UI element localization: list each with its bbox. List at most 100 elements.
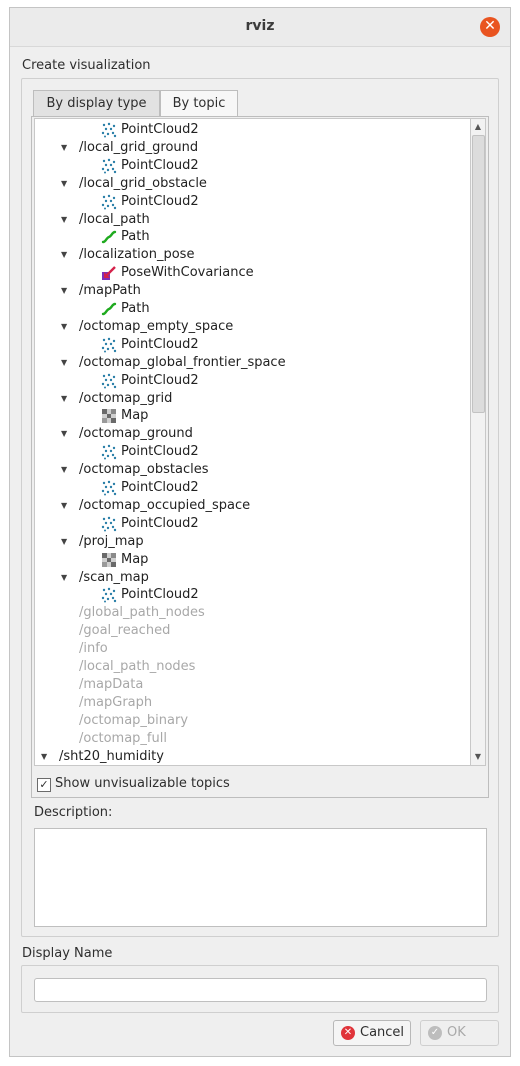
tree-item-topic[interactable]: ▼ /octomap_obstacles <box>61 461 209 479</box>
tree-item-label: PointCloud2 <box>121 372 199 388</box>
tree-item-topic[interactable]: ▼ /octomap_ground <box>61 425 193 443</box>
tree-item-display[interactable]: PointCloud2 <box>101 157 199 175</box>
cancel-icon: ✕ <box>341 1026 355 1040</box>
tree-item-display[interactable]: PointCloud2 <box>101 443 199 461</box>
ok-label: OK <box>447 1025 466 1040</box>
tree-item-label: Map <box>121 551 149 567</box>
tree-item-topic[interactable]: /info <box>79 640 108 658</box>
tree-item-label: /localization_pose <box>79 247 195 263</box>
pointcloud-icon <box>101 444 117 460</box>
expand-arrow-icon[interactable]: ▼ <box>61 461 71 479</box>
cancel-label: Cancel <box>360 1025 405 1040</box>
expand-arrow-icon[interactable]: ▼ <box>61 211 71 229</box>
expand-arrow-icon[interactable]: ▼ <box>61 139 71 157</box>
tree-item-display[interactable]: Map <box>102 407 148 425</box>
tree-item-display[interactable]: Path <box>101 300 150 318</box>
path-icon <box>101 301 117 317</box>
expand-arrow-icon[interactable]: ▼ <box>61 354 71 372</box>
tree-item-display[interactable]: Map <box>102 551 149 569</box>
tree-item-label: PointCloud2 <box>121 444 199 460</box>
tree-item-topic[interactable]: /local_path_nodes <box>79 658 195 676</box>
scrollbar-thumb[interactable] <box>472 135 485 413</box>
map-icon <box>101 552 117 568</box>
tree-item-label: PointCloud2 <box>121 122 199 137</box>
close-window-button[interactable]: ✕ <box>480 17 500 37</box>
pointcloud-icon <box>101 516 117 532</box>
title-bar: rviz ✕ <box>10 8 510 47</box>
show-unvisualizable-label[interactable]: Show unvisualizable topics <box>55 776 230 791</box>
pointcloud-icon <box>101 122 117 138</box>
tree-item-topic[interactable]: ▼ /octomap_empty_space <box>61 318 234 336</box>
tree-item-topic[interactable]: /mapData <box>79 676 143 694</box>
tree-item-display[interactable]: PointCloud2 <box>101 193 199 211</box>
topic-tree[interactable]: PointCloud2 ▼ /local_grid_ground PointCloud… <box>34 118 471 766</box>
display-name-input[interactable] <box>34 978 487 1002</box>
tree-item-topic[interactable]: ▼ /mapPath <box>61 282 141 300</box>
tree-item-label: /octomap_empty_space <box>79 318 234 334</box>
tree-item-display[interactable]: RelativeHumidity <box>121 765 232 766</box>
expand-arrow-icon[interactable]: ▼ <box>41 748 51 766</box>
tree-item-topic[interactable]: ▼ /sht20_humidity <box>41 748 164 766</box>
expand-arrow-icon[interactable]: ▼ <box>61 246 71 264</box>
tree-item-label: /octomap_binary <box>79 712 189 728</box>
tree-item-label: PointCloud2 <box>121 480 199 495</box>
tree-item-label: /goal_reached <box>79 623 171 639</box>
tree-item-display[interactable]: PointCloud2 <box>101 586 199 604</box>
expand-arrow-icon[interactable]: ▼ <box>61 318 71 336</box>
tree-item-display[interactable]: Path <box>101 228 150 246</box>
expand-arrow-icon[interactable]: ▼ <box>61 533 71 551</box>
tree-item-topic[interactable]: ▼ /octomap_occupied_space <box>61 497 250 515</box>
ok-button[interactable]: ✓ OK <box>420 1020 499 1046</box>
expand-arrow-icon[interactable]: ▼ <box>61 282 71 300</box>
window-title: rviz <box>245 18 275 34</box>
tree-item-label: PoseWithCovariance <box>121 265 254 281</box>
tree-item-topic[interactable]: /mapGraph <box>79 694 152 712</box>
tree-item-label: /mapData <box>79 676 144 692</box>
tree-item-label: /mapPath <box>79 283 141 299</box>
tree-item-topic[interactable]: /octomap_full <box>79 730 167 748</box>
tree-item-display[interactable]: PointCloud2 <box>101 479 199 497</box>
tree-item-display[interactable]: PointCloud2 <box>101 336 199 354</box>
tree-item-label: /octomap_obstacles <box>79 462 209 478</box>
tree-item-display[interactable]: PoseWithCovariance <box>102 264 254 282</box>
tree-scrollbar[interactable]: ▲ ▼ <box>471 118 486 766</box>
pointcloud-icon <box>101 373 117 389</box>
tree-item-topic[interactable]: ▼ /localization_pose <box>61 246 195 264</box>
expand-arrow-icon[interactable]: ▼ <box>61 390 71 408</box>
tree-item-display[interactable]: PointCloud2 <box>101 121 199 139</box>
tab-label: By topic <box>172 96 226 111</box>
description-label: Description: <box>34 805 113 820</box>
scroll-down-icon[interactable]: ▼ <box>471 750 485 764</box>
tree-item-topic[interactable]: ▼ /octomap_global_frontier_space <box>61 354 286 372</box>
tree-item-display[interactable]: PointCloud2 <box>101 515 199 533</box>
cancel-button[interactable]: ✕ Cancel <box>333 1020 411 1046</box>
tree-item-topic[interactable]: ▼ /octomap_grid <box>61 390 173 408</box>
show-unvisualizable-checkbox[interactable]: ✓ <box>37 778 51 792</box>
tree-item-display[interactable]: PointCloud2 <box>101 372 199 390</box>
tab-by-topic[interactable]: By topic <box>160 90 238 117</box>
tree-item-topic[interactable]: /global_path_nodes <box>79 604 205 622</box>
tree-item-topic[interactable]: ▼ /local_grid_ground <box>61 139 198 157</box>
expand-arrow-icon[interactable]: ▼ <box>61 569 71 587</box>
expand-arrow-icon[interactable]: ▼ <box>61 497 71 515</box>
tree-item-label: /octomap_grid <box>79 390 173 406</box>
tree-item-topic[interactable]: ▼ /local_path <box>61 211 150 229</box>
tree-item-topic[interactable]: ▼ /proj_map <box>61 533 144 551</box>
description-box <box>34 828 487 927</box>
tree-item-topic[interactable]: /octomap_binary <box>79 712 188 730</box>
close-icon: ✕ <box>484 18 496 34</box>
tree-item-topic[interactable]: ▼ /local_grid_obstacle <box>61 175 207 193</box>
tree-item-label: /proj_map <box>79 533 144 549</box>
tree-item-label: PointCloud2 <box>121 515 199 531</box>
expand-arrow-icon[interactable]: ▼ <box>61 175 71 193</box>
tree-item-label: Path <box>121 301 150 316</box>
tree-item-topic[interactable]: ▼ /scan_map <box>61 569 149 587</box>
tree-item-topic[interactable]: /goal_reached <box>79 622 170 640</box>
path-icon <box>101 229 117 245</box>
scroll-up-icon[interactable]: ▲ <box>471 120 485 134</box>
tree-item-label: /local_path_nodes <box>79 659 196 674</box>
tab-by-display-type[interactable]: By display type <box>33 90 160 116</box>
expand-arrow-icon[interactable]: ▼ <box>61 425 71 443</box>
tree-item-label: /local_grid_obstacle <box>79 175 207 191</box>
tree-item-label: PointCloud2 <box>121 587 199 603</box>
